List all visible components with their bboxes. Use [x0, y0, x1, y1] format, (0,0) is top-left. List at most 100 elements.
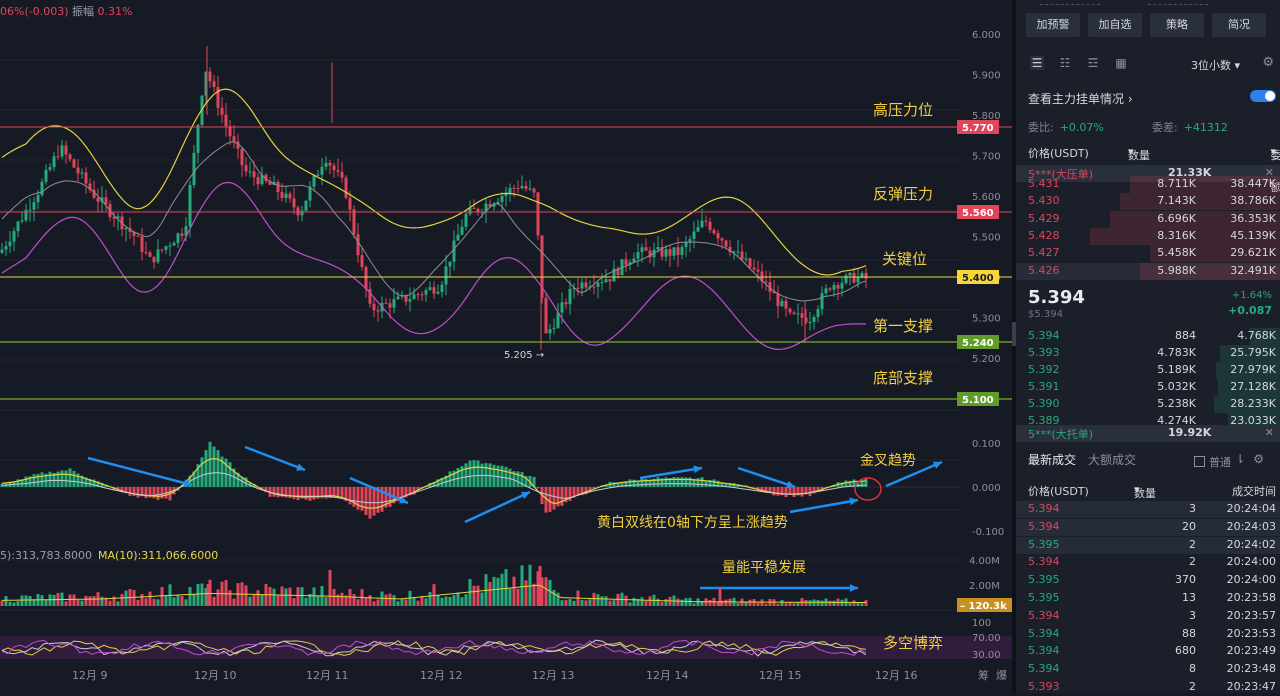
trade-row[interactable]: 5.395220:24:02: [1016, 537, 1280, 554]
trade-row[interactable]: 5.39468020:23:49: [1016, 643, 1280, 660]
bid-row[interactable]: 5.3948844.768K: [1016, 328, 1280, 345]
ask-row[interactable]: 5.4296.696K36.353K: [1016, 211, 1280, 228]
macd-bar: [561, 487, 564, 506]
gear-icon[interactable]: ⚙: [1253, 452, 1272, 466]
volume-bar: [405, 600, 408, 606]
normal-checkbox[interactable]: 普通: [1194, 454, 1231, 470]
asks-view-icon[interactable]: ☲: [1086, 56, 1100, 70]
candle: [781, 301, 784, 306]
level-tag-value: 5.100: [962, 395, 994, 406]
volume-bar: [693, 603, 696, 606]
ask-row[interactable]: 5.4288.316K45.139K: [1016, 228, 1280, 245]
volume-bar: [89, 596, 92, 606]
level-tag-value: 5.560: [962, 208, 994, 219]
trade-row[interactable]: 5.3942020:24:03: [1016, 519, 1280, 536]
ask-row[interactable]: 5.4307.143K38.786K: [1016, 193, 1280, 210]
tab-large-trades[interactable]: 大额成交: [1088, 453, 1136, 467]
chart-area[interactable]: 6.0005.9005.8005.7005.6005.5005.4005.300…: [0, 0, 1016, 693]
trade-row[interactable]: 5.394320:23:57: [1016, 608, 1280, 625]
candle: [561, 302, 564, 312]
commission-ratio: 委比:+0.07%: [1028, 119, 1104, 135]
volume-bar: [785, 603, 788, 606]
candle: [693, 232, 696, 239]
volume-bar: [685, 598, 688, 606]
time-tick: 12月 14: [646, 669, 689, 682]
macd-dea-line: [2, 473, 866, 503]
macd-bar: [25, 477, 28, 487]
trend-arrow: [245, 447, 305, 470]
time-tick: 12月 16: [875, 669, 918, 682]
bid-row[interactable]: 5.3915.032K27.128K: [1016, 379, 1280, 396]
gear-icon[interactable]: ⚙: [1262, 55, 1274, 70]
depth-view-icon[interactable]: ▦: [1114, 56, 1128, 70]
volume-bar: [809, 600, 812, 606]
header-qty[interactable]: 数量 (UNI) ▾: [1128, 145, 1134, 158]
volume-bar: [781, 600, 784, 606]
volume-bar: [141, 594, 144, 606]
ask-price: 5.427: [1028, 246, 1060, 259]
candle: [125, 228, 128, 229]
bid-row[interactable]: 5.3925.189K27.979K: [1016, 362, 1280, 379]
main-force-link[interactable]: 查看主力挂单情况 ›: [1028, 90, 1133, 107]
volume-bar: [833, 601, 836, 606]
volume-bar: [73, 594, 76, 606]
filter-icon[interactable]: ⇂: [1235, 452, 1253, 466]
trade-row[interactable]: 5.3951320:23:58: [1016, 590, 1280, 607]
annotation-first-support: 第一支撑: [873, 317, 933, 335]
volume-bar: [313, 587, 316, 606]
bid-row[interactable]: 5.3905.238K28.233K: [1016, 396, 1280, 413]
header-total[interactable]: 委托额 ▾: [1270, 145, 1276, 158]
candle: [593, 287, 596, 288]
ask-row[interactable]: 5.4265.988K32.491K: [1016, 263, 1280, 280]
trade-tab-icons: ⇂⚙: [1235, 452, 1272, 466]
trade-row[interactable]: 5.3948820:23:53: [1016, 626, 1280, 643]
tab-latest-trades[interactable]: 最新成交: [1028, 453, 1076, 467]
time-tick: 12月 11: [306, 669, 349, 682]
macd-bar: [845, 480, 848, 487]
trade-row[interactable]: 5.39537020:24:00: [1016, 572, 1280, 589]
macd-bar: [701, 477, 704, 487]
volume-ma-label: 5):313,783.8000MA(10):311,066.6000: [0, 549, 218, 562]
trade-row[interactable]: 5.394820:23:48: [1016, 661, 1280, 678]
trade-row[interactable]: 5.394220:24:00: [1016, 554, 1280, 571]
volume-bar: [545, 577, 548, 606]
close-icon[interactable]: ✕: [1265, 426, 1274, 439]
candle: [865, 273, 868, 279]
candle: [313, 176, 316, 187]
bid-row[interactable]: 5.3934.783K25.795K: [1016, 345, 1280, 362]
volume-bar: [737, 603, 740, 606]
add-watchlist-button[interactable]: 加自选: [1088, 13, 1142, 37]
candle: [325, 163, 328, 167]
strategy-button[interactable]: 策略: [1150, 13, 1204, 37]
last-price: 5.394: [1028, 287, 1085, 308]
both-view-icon[interactable]: ☰: [1030, 56, 1044, 70]
macd-bar: [61, 470, 64, 487]
ask-row[interactable]: 5.4318.711K38.447K: [1016, 176, 1280, 193]
bids-view-icon[interactable]: ☷: [1058, 56, 1072, 70]
decimal-select[interactable]: 3位小数 ▾: [1191, 57, 1240, 73]
candle: [501, 196, 504, 202]
price-tick: 5.600: [972, 192, 1001, 203]
main-force-toggle[interactable]: [1250, 90, 1276, 102]
overview-button[interactable]: 简况: [1212, 13, 1266, 37]
level-tag-value: 5.400: [962, 273, 994, 284]
trade-header-qty[interactable]: 数量(UNI) ▾: [1134, 483, 1140, 496]
trade-price: 5.394: [1028, 644, 1060, 657]
volume-bar: [445, 596, 448, 606]
candle: [349, 198, 352, 210]
kline-chart[interactable]: 6.0005.9005.8005.7005.6005.5005.4005.300…: [0, 0, 1012, 693]
candle: [517, 188, 520, 189]
volume-bar: [41, 595, 44, 606]
ask-row[interactable]: 5.4275.458K29.621K: [1016, 245, 1280, 262]
add-alert-button[interactable]: 加预警: [1026, 13, 1080, 37]
candle: [725, 241, 728, 247]
macd-bar: [37, 474, 40, 487]
candle: [737, 251, 740, 252]
last-price-usd: $5.394: [1028, 309, 1063, 320]
volume-bar: [761, 599, 764, 606]
volume-bar: [557, 593, 560, 606]
trade-row[interactable]: 5.394320:24:04: [1016, 501, 1280, 518]
volume-bar: [53, 595, 56, 606]
candle: [341, 172, 344, 178]
trade-row[interactable]: 5.393220:23:47: [1016, 679, 1280, 696]
